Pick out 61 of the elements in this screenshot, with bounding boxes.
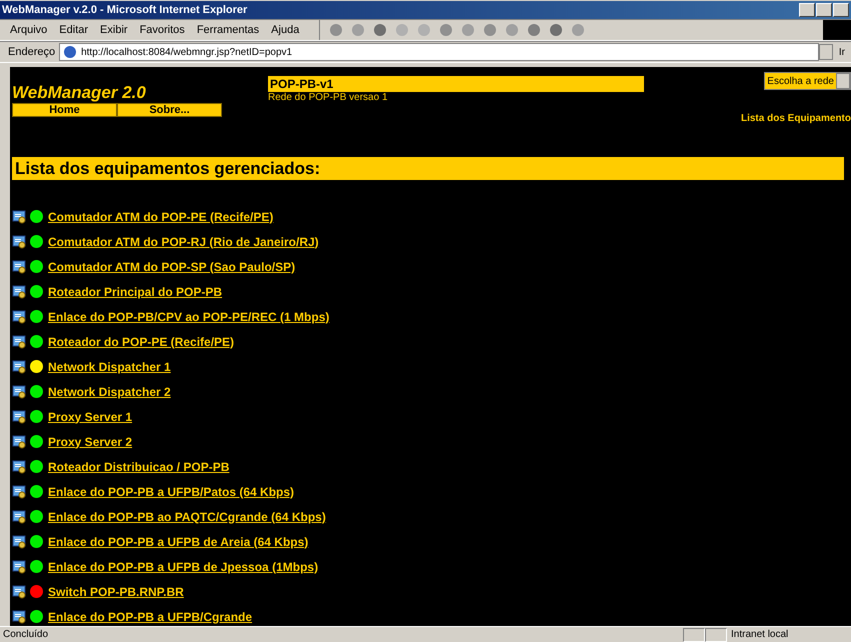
dropdown-button[interactable] — [836, 73, 850, 89]
device-link[interactable]: Enlace do POP-PB ao PAQTC/Cgrande (64 Kbps) — [48, 510, 326, 524]
security-zone: Intranet local — [730, 629, 790, 640]
computer-icon — [12, 334, 26, 348]
device-link[interactable]: Proxy Server 2 — [48, 434, 132, 448]
network-description: Rede do POP-PB versao 1 — [268, 92, 389, 103]
equipment-list-link[interactable]: Lista dos Equipamento — [740, 113, 851, 124]
device-link[interactable]: Enlace do POP-PB a UFPB/Cgrande — [48, 610, 252, 624]
address-field[interactable]: http://localhost:8084/webmngr.jsp?netID=popv1 — [59, 43, 819, 61]
computer-icon — [12, 310, 26, 324]
close-button[interactable] — [833, 3, 849, 17]
status-panel — [705, 628, 727, 642]
computer-icon — [12, 384, 26, 398]
device-link[interactable]: Enlace do POP-PB a UFPB de Jpessoa (1Mbps) — [48, 560, 318, 574]
menu-item[interactable]: Favoritos — [134, 24, 191, 36]
menu-item[interactable]: Editar — [53, 24, 94, 36]
device-link[interactable]: Roteador do POP-PE (Recife/PE) — [48, 334, 234, 348]
site-logo: WebManager 2.0 — [12, 83, 147, 103]
go-button[interactable]: Ir — [832, 46, 851, 58]
device-link[interactable]: Comutador ATM do POP-RJ (Rio de Janeiro/RJ) — [48, 234, 319, 248]
status-panel — [683, 628, 705, 642]
device-link[interactable]: Enlace do POP-PB a UFPB de Areia (64 Kbps) — [48, 534, 308, 548]
computer-icon — [12, 434, 26, 448]
computer-icon — [12, 210, 26, 224]
computer-icon — [12, 610, 26, 624]
device-link[interactable]: Comutador ATM do POP-SP (Sao Paulo/SP) — [48, 260, 296, 274]
window-title: WebManager v.2.0 - Microsoft Internet Explorer — [2, 4, 248, 16]
status-text: Concluído — [2, 629, 50, 640]
menu-item[interactable]: Arquivo — [4, 24, 54, 36]
nav-button[interactable]: Sobre... — [117, 103, 222, 117]
computer-icon — [12, 410, 26, 424]
device-link[interactable]: Roteador Principal do POP-PB — [48, 284, 222, 298]
network-select[interactable]: Escolha a rede — [764, 72, 851, 90]
computer-icon — [12, 560, 26, 574]
device-link[interactable]: Roteador Distribuicao / POP-PB — [48, 460, 230, 474]
computer-icon — [12, 584, 26, 598]
computer-icon — [12, 234, 26, 248]
computer-icon — [12, 534, 26, 548]
device-link[interactable]: Enlace do POP-PB/CPV ao POP-PE/REC (1 Mbps) — [48, 310, 330, 324]
dropdown-button[interactable] — [818, 44, 833, 60]
computer-icon — [12, 284, 26, 298]
menu-item[interactable]: Ferramentas — [190, 24, 266, 36]
maximize-button[interactable] — [816, 3, 832, 17]
computer-icon — [12, 484, 26, 498]
computer-icon — [12, 260, 26, 274]
minimize-button[interactable] — [799, 3, 815, 17]
computer-icon — [12, 510, 26, 524]
section-heading: Lista dos equipamentos gerenciados: — [12, 157, 844, 180]
device-link[interactable]: Enlace do POP-PB a UFPB/Patos (64 Kbps) — [48, 484, 294, 498]
device-link[interactable]: Switch POP-PB.RNP.BR — [48, 584, 184, 598]
network-name: POP-PB-v1 — [268, 76, 644, 92]
device-link[interactable]: Network Dispatcher 2 — [48, 384, 171, 398]
device-link[interactable]: Proxy Server 1 — [48, 410, 132, 424]
computer-icon — [12, 460, 26, 474]
address-label: Endereço — [7, 46, 56, 58]
device-link[interactable]: Comutador ATM do POP-PE (Recife/PE) — [48, 210, 274, 224]
menu-item[interactable]: Ajuda — [265, 24, 306, 36]
nav-button[interactable]: Home — [12, 103, 117, 117]
computer-icon — [12, 360, 26, 374]
device-link[interactable]: Network Dispatcher 1 — [48, 360, 171, 374]
menu-item[interactable]: Exibir — [94, 24, 134, 36]
